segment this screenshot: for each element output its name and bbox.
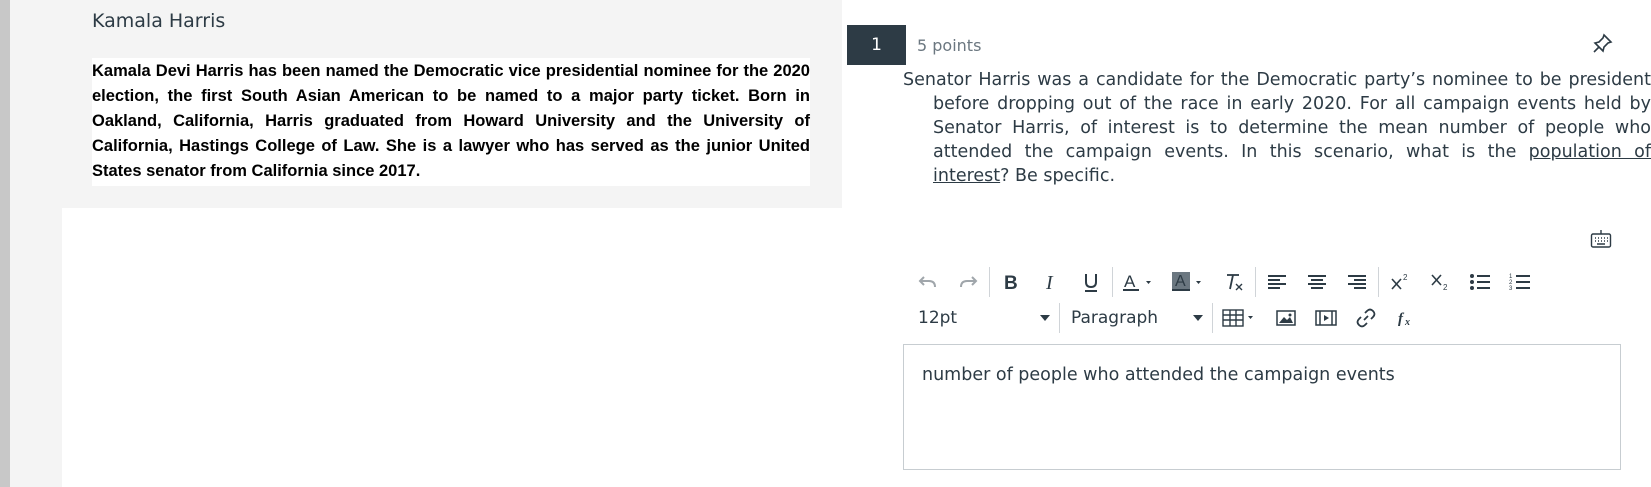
font-size-select[interactable]: 12pt [908,302,1058,334]
question-number-badge: 1 [847,25,906,65]
superscript-icon[interactable]: 2 [1380,266,1420,298]
bold-icon[interactable]: B [991,266,1031,298]
undo-icon[interactable] [908,266,948,298]
toolbar-separator [1059,303,1060,333]
question-text: Senator Harris was a candidate for the D… [903,68,1651,188]
equation-icon[interactable]: fx [1386,302,1426,334]
editor-toolbar-row-1: B I A A 2 2 123 [908,266,1540,298]
italic-icon[interactable]: I [1031,266,1071,298]
svg-text:2: 2 [1403,273,1408,282]
background-color-icon[interactable]: A [1164,266,1214,298]
media-icon[interactable] [1306,302,1346,334]
align-left-icon[interactable] [1257,266,1297,298]
link-icon[interactable] [1346,302,1386,334]
svg-text:3: 3 [1509,286,1513,292]
svg-text:2: 2 [1443,283,1448,291]
font-size-value: 12pt [918,308,958,328]
bulleted-list-icon[interactable] [1460,266,1500,298]
left-gutter [10,0,62,487]
toolbar-separator [1112,267,1113,297]
question-points: 5 points [917,36,982,55]
passage-body: Kamala Devi Harris has been named the De… [92,58,810,186]
svg-text:A: A [1124,272,1136,291]
passage-title: Kamala Harris [92,10,226,32]
chevron-down-icon [1193,315,1203,321]
block-format-value: Paragraph [1071,308,1159,328]
answer-editor[interactable]: number of people who attended the campai… [903,344,1621,470]
passage-panel: Kamala Harris Kamala Devi Harris has bee… [62,0,842,208]
text-color-icon[interactable]: A [1114,266,1164,298]
svg-text:A: A [1175,273,1186,290]
toolbar-separator [989,267,990,297]
align-center-icon[interactable] [1297,266,1337,298]
window-left-edge [0,0,10,487]
underline-icon[interactable] [1071,266,1111,298]
toolbar-separator [1378,267,1379,297]
table-icon[interactable] [1214,302,1266,334]
svg-text:B: B [1004,273,1018,291]
svg-text:f: f [1398,311,1405,327]
block-format-select[interactable]: Paragraph [1061,302,1211,334]
pin-icon[interactable] [1592,32,1614,54]
svg-text:x: x [1404,317,1410,327]
numbered-list-icon[interactable]: 123 [1500,266,1540,298]
align-right-icon[interactable] [1337,266,1377,298]
toolbar-separator [1212,303,1213,333]
clear-formatting-icon[interactable] [1214,266,1254,298]
chevron-down-icon [1040,315,1050,321]
keyboard-icon[interactable] [1590,229,1612,249]
redo-icon[interactable] [948,266,988,298]
toolbar-separator [1255,267,1256,297]
answer-text[interactable]: number of people who attended the campai… [922,365,1395,385]
editor-toolbar-row-2: 12pt Paragraph fx [908,302,1426,334]
image-icon[interactable] [1266,302,1306,334]
subscript-icon[interactable]: 2 [1420,266,1460,298]
svg-text:I: I [1045,273,1054,291]
question-text-part: ? Be specific. [1000,166,1116,186]
